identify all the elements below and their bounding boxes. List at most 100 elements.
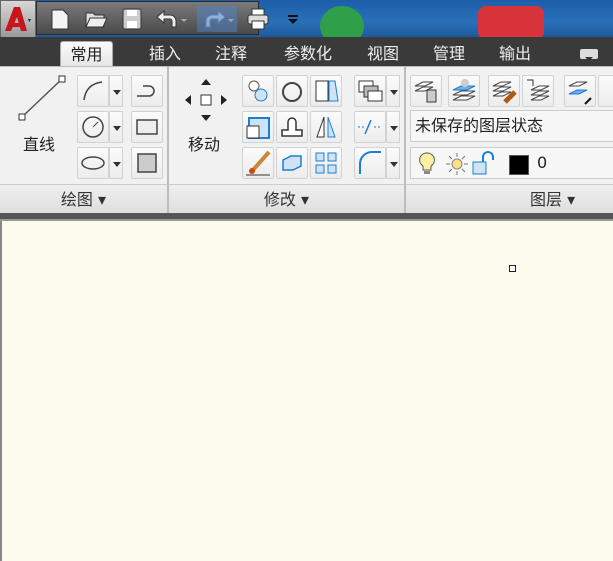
print-button[interactable]	[245, 6, 271, 32]
arc-button[interactable]	[131, 75, 163, 107]
layer-color-swatch	[509, 155, 529, 175]
break-button[interactable]	[354, 111, 386, 143]
rotate-icon	[282, 82, 302, 102]
trim-icon	[315, 80, 339, 102]
move-icon	[185, 79, 227, 121]
ribbon-minimize-button[interactable]	[580, 49, 598, 61]
lightbulb-on-icon	[419, 152, 435, 174]
tab-insert[interactable]: 插入	[140, 41, 190, 66]
circle-button[interactable]	[77, 111, 109, 143]
hatch-icon	[137, 153, 157, 173]
move-label: 移动	[188, 135, 221, 154]
rectangle-icon	[136, 119, 158, 135]
draworder-button[interactable]	[354, 75, 386, 107]
layer-match-icon	[492, 81, 517, 104]
copy-button[interactable]	[242, 75, 274, 107]
array-icon	[315, 152, 337, 174]
line-button[interactable]: 直线	[14, 75, 70, 157]
fillet-button[interactable]	[276, 111, 308, 143]
redo-button[interactable]	[197, 6, 237, 32]
copy-icon	[248, 80, 268, 102]
break-dropdown[interactable]	[386, 111, 400, 143]
tab-parametric[interactable]: 参数化	[276, 41, 340, 66]
chevron-down-icon	[585, 57, 593, 61]
trim-button[interactable]	[310, 75, 342, 107]
save-button[interactable]	[119, 6, 145, 32]
crosshair-pickbox-icon	[509, 265, 516, 272]
new-button[interactable]	[47, 6, 73, 32]
save-icon	[122, 8, 142, 30]
undo-icon	[156, 9, 187, 28]
line-label: 直线	[23, 135, 56, 154]
ribbon-tab-bar: 常用 插入 注释 参数化 视图 管理 输出	[0, 37, 613, 66]
tab-manage[interactable]: 管理	[424, 41, 474, 66]
qat-customize-button[interactable]	[288, 11, 300, 30]
offset-icon	[281, 117, 303, 137]
desktop-icon-red	[478, 6, 544, 40]
current-layer-name: 0	[537, 153, 548, 172]
arc-icon	[137, 85, 155, 97]
layer-more-button[interactable]	[598, 75, 613, 107]
layer-change-icon	[568, 81, 592, 105]
draw-panel-title[interactable]: 绘图 ▾	[0, 184, 167, 214]
layer-previous-icon	[527, 79, 550, 101]
mirror-button[interactable]	[310, 111, 342, 143]
layer-isolate-icon	[452, 79, 476, 101]
tab-annotate[interactable]: 注释	[206, 41, 256, 66]
quick-access-toolbar	[36, 1, 269, 35]
draw-panel: 直线 绘图 ▾	[0, 67, 169, 214]
new-icon	[51, 9, 69, 30]
layer-change-button[interactable]	[564, 75, 596, 107]
unlock-icon	[472, 151, 494, 175]
mirror-icon	[316, 116, 336, 138]
sun-thawed-icon	[446, 153, 468, 175]
ribbon-divider	[0, 213, 613, 221]
layer-isolate-button[interactable]	[448, 75, 480, 107]
hatch-button[interactable]	[131, 147, 163, 179]
layers-panel-title[interactable]: 图层 ▾	[406, 184, 613, 214]
layer-previous-button[interactable]	[522, 75, 554, 107]
rotate-button[interactable]	[276, 75, 308, 107]
circle-dropdown[interactable]	[109, 111, 123, 143]
tab-view[interactable]: 视图	[358, 41, 408, 66]
explode-button[interactable]	[276, 147, 308, 179]
modify-panel-title[interactable]: 修改 ▾	[169, 184, 404, 214]
application-menu-button[interactable]	[0, 0, 36, 38]
erase-button[interactable]	[242, 147, 274, 179]
redo-icon	[205, 9, 234, 28]
ellipse-icon	[81, 156, 105, 170]
polyline-dropdown[interactable]	[109, 75, 123, 107]
circle-icon	[82, 116, 104, 138]
autocad-logo-icon	[5, 7, 31, 31]
layer-dropdown[interactable]: 0	[410, 147, 613, 179]
layer-properties-icon	[414, 81, 437, 103]
array-button[interactable]	[310, 147, 342, 179]
line-icon	[18, 75, 66, 121]
ribbon: 直线 绘图 ▾ 移动 修改 ▾ 未保存的图层状态 0 图层 ▾	[0, 66, 613, 214]
tab-output[interactable]: 输出	[490, 41, 540, 66]
draworder-dropdown[interactable]	[386, 75, 400, 107]
print-icon	[247, 8, 269, 30]
ellipse-button[interactable]	[77, 147, 109, 179]
stretch-button[interactable]	[242, 111, 274, 143]
open-button[interactable]	[83, 6, 109, 32]
customize-dropdown-icon	[288, 15, 298, 24]
chamfer-button[interactable]	[354, 147, 386, 179]
rectangle-button[interactable]	[131, 111, 163, 143]
explode-icon	[282, 155, 302, 171]
undo-button[interactable]	[153, 6, 189, 32]
draworder-icon	[358, 80, 383, 102]
tab-home[interactable]: 常用	[60, 41, 113, 66]
polyline-button[interactable]	[77, 75, 109, 107]
layers-panel: 未保存的图层状态 0 图层 ▾	[406, 67, 613, 214]
stretch-icon	[246, 117, 270, 139]
fillet-icon	[359, 151, 381, 174]
ellipse-dropdown[interactable]	[109, 147, 123, 179]
layer-properties-button[interactable]	[410, 75, 442, 107]
erase-icon	[246, 150, 271, 176]
move-button[interactable]: 移动	[179, 75, 235, 157]
layer-state-dropdown[interactable]: 未保存的图层状态	[410, 110, 613, 142]
drawing-canvas[interactable]	[0, 221, 613, 561]
layer-match-button[interactable]	[488, 75, 520, 107]
fillet-dropdown[interactable]	[386, 147, 400, 179]
